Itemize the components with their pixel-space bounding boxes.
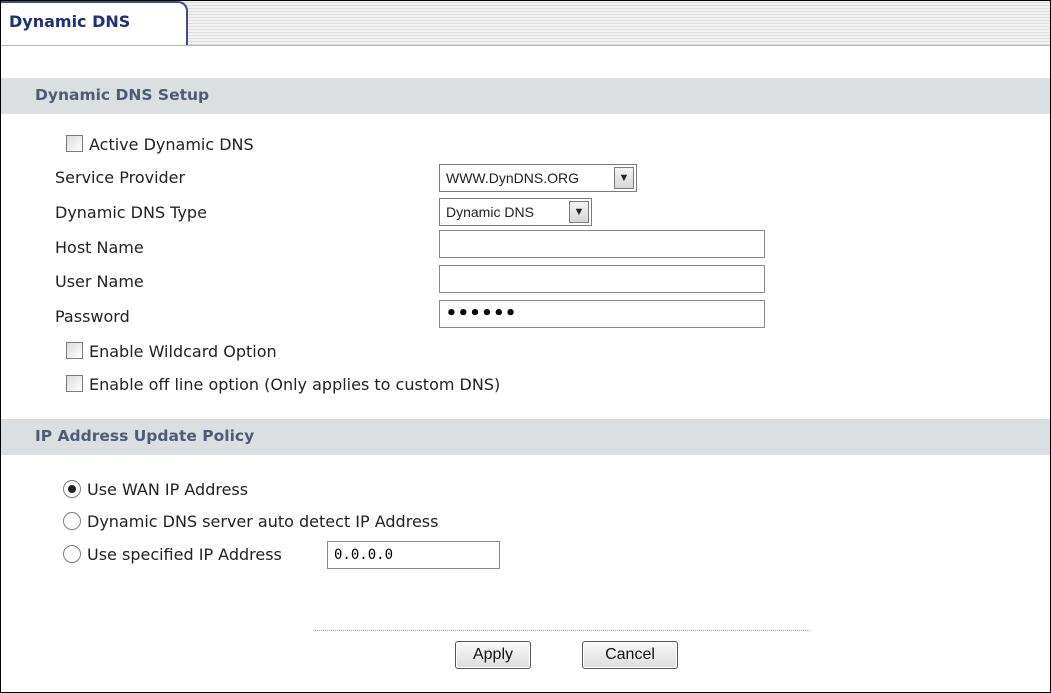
user-name-input[interactable] <box>439 265 765 293</box>
tab-label: Dynamic DNS <box>9 12 131 31</box>
auto-detect-ip-radio[interactable] <box>63 512 81 530</box>
use-specified-ip-label: Use specified IP Address <box>87 545 282 564</box>
tab-bar: Dynamic DNS <box>1 1 1050 46</box>
host-name-input[interactable] <box>439 230 765 258</box>
divider <box>315 630 810 631</box>
specified-ip-input[interactable]: 0.0.0.0 <box>327 541 500 569</box>
apply-button[interactable]: Apply <box>455 641 531 669</box>
section-title: IP Address Update Policy <box>35 427 255 445</box>
use-wan-ip-label: Use WAN IP Address <box>87 480 249 499</box>
cancel-button[interactable]: Cancel <box>582 641 678 669</box>
password-input[interactable]: •••••• <box>439 300 765 328</box>
dynamic-dns-type-select[interactable]: Dynamic DNS ▼ <box>439 198 592 226</box>
wildcard-checkbox[interactable] <box>66 342 83 359</box>
offline-option-checkbox[interactable] <box>66 375 83 392</box>
service-provider-select[interactable]: WWW.DynDNS.ORG ▼ <box>439 164 637 192</box>
section-header-setup: Dynamic DNS Setup <box>1 78 1050 114</box>
auto-detect-ip-label: Dynamic DNS server auto detect IP Addres… <box>87 512 439 531</box>
dynamic-dns-type-value: Dynamic DNS <box>446 204 534 220</box>
use-wan-ip-radio[interactable] <box>63 480 81 498</box>
password-label: Password <box>55 307 130 326</box>
service-provider-label: Service Provider <box>55 168 186 187</box>
service-provider-value: WWW.DynDNS.ORG <box>446 170 579 186</box>
section-title: Dynamic DNS Setup <box>35 86 210 104</box>
host-name-label: Host Name <box>55 238 144 257</box>
use-specified-ip-radio[interactable] <box>63 545 81 563</box>
active-dynamic-dns-checkbox[interactable] <box>66 135 83 152</box>
section-header-policy: IP Address Update Policy <box>1 419 1050 455</box>
dynamic-dns-type-label: Dynamic DNS Type <box>55 203 207 222</box>
active-dynamic-dns-label: Active Dynamic DNS <box>89 135 254 154</box>
chevron-down-icon[interactable]: ▼ <box>569 201 589 223</box>
offline-option-label: Enable off line option (Only applies to … <box>89 375 501 394</box>
user-name-label: User Name <box>55 272 144 291</box>
chevron-down-icon[interactable]: ▼ <box>614 167 634 189</box>
wildcard-label: Enable Wildcard Option <box>89 342 277 361</box>
tab-dynamic-dns[interactable]: Dynamic DNS <box>1 1 188 45</box>
